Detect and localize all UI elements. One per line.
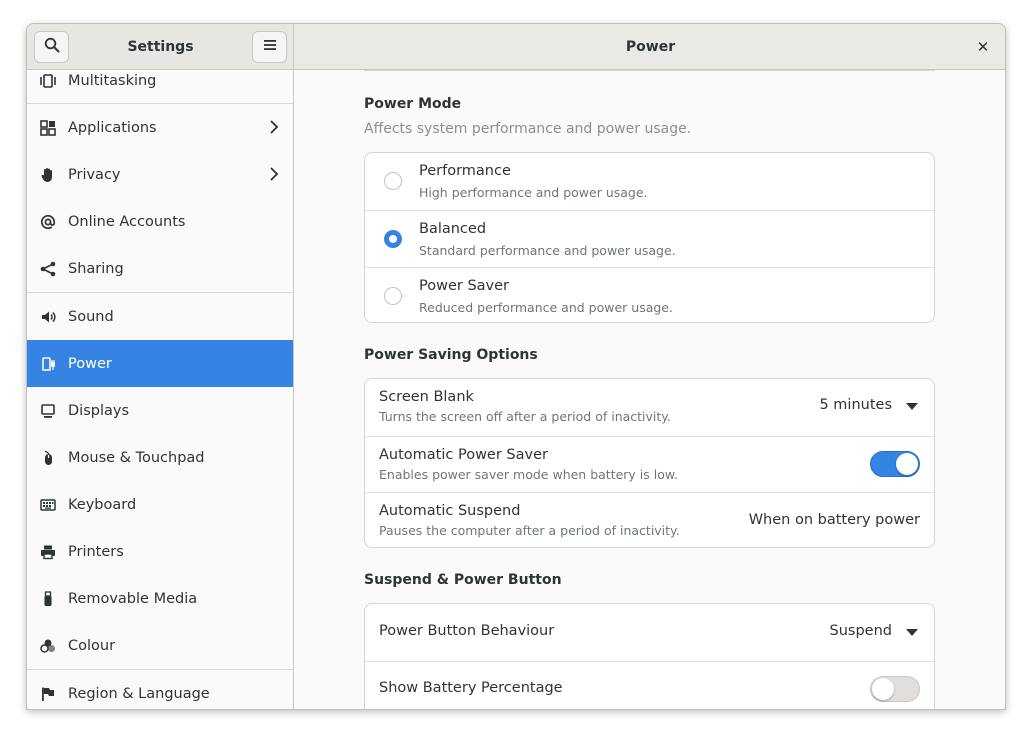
screen-blank-dropdown[interactable]: 5 minutes xyxy=(819,397,892,413)
row-title: Automatic Power Saver xyxy=(379,447,548,463)
power-panel: Power Mode Affects system performance an… xyxy=(294,70,1005,709)
sidebar-item-applications[interactable]: Applications xyxy=(27,104,293,151)
sidebar-title: Settings xyxy=(127,39,194,55)
display-icon xyxy=(40,403,56,419)
search-icon xyxy=(44,37,60,57)
search-button[interactable] xyxy=(34,31,69,63)
sidebar: Multitasking Applications Privacy Online… xyxy=(27,70,294,709)
row-subtitle: Reduced performance and power usage. xyxy=(419,300,673,315)
panel-title: Power xyxy=(625,39,676,55)
sidebar-item-region-language[interactable]: Region & Language xyxy=(27,670,293,709)
sidebar-item-label: Sharing xyxy=(68,260,124,277)
sidebar-item-label: Applications xyxy=(68,119,157,136)
usb-icon xyxy=(40,590,56,607)
sidebar-item-displays[interactable]: Displays xyxy=(27,387,293,434)
screen-blank-row[interactable]: Screen Blank Turns the screen off after … xyxy=(365,379,934,436)
sidebar-item-power[interactable]: Power xyxy=(27,340,293,387)
row-title: Automatic Suspend xyxy=(379,503,521,519)
row-title: Balanced xyxy=(419,221,487,237)
sidebar-item-colour[interactable]: Colour xyxy=(27,622,293,669)
suspend-section-title: Suspend & Power Button xyxy=(364,572,562,588)
row-title: Show Battery Percentage xyxy=(379,680,563,696)
row-subtitle: High performance and power usage. xyxy=(419,185,648,200)
sidebar-item-label: Power xyxy=(68,355,112,372)
automatic-suspend-row[interactable]: Automatic Suspend Pauses the computer af… xyxy=(365,492,934,547)
share-icon xyxy=(40,261,56,277)
row-subtitle: Standard performance and power usage. xyxy=(419,243,676,258)
sidebar-item-label: Online Accounts xyxy=(68,213,186,230)
suspend-list: Power Button Behaviour Suspend Show Batt… xyxy=(364,603,935,709)
power-saving-title: Power Saving Options xyxy=(364,347,538,363)
colour-icon xyxy=(40,638,56,654)
main-menu-button[interactable] xyxy=(252,31,287,63)
at-sign-icon xyxy=(40,214,56,230)
row-subtitle: Enables power saver mode when battery is… xyxy=(379,467,678,482)
row-title: Power Button Behaviour xyxy=(379,623,555,639)
multitasking-icon xyxy=(40,73,56,89)
show-battery-percentage-switch[interactable] xyxy=(870,676,920,702)
sidebar-item-label: Colour xyxy=(68,637,116,654)
power-saving-list: Screen Blank Turns the screen off after … xyxy=(364,378,935,548)
close-button[interactable]: ✕ xyxy=(971,35,995,59)
mouse-icon xyxy=(40,450,56,466)
power-mode-title: Power Mode xyxy=(364,96,462,112)
balanced-radio[interactable] xyxy=(384,230,402,248)
power-plug-icon xyxy=(40,356,56,372)
dropdown-arrow-icon xyxy=(906,403,918,410)
sidebar-item-privacy[interactable]: Privacy xyxy=(27,151,293,198)
power-mode-subtitle: Affects system performance and power usa… xyxy=(364,121,692,137)
sidebar-item-multitasking[interactable]: Multitasking xyxy=(27,70,293,104)
dropdown-arrow-icon xyxy=(906,629,918,636)
sidebar-item-removable-media[interactable]: Removable Media xyxy=(27,575,293,622)
power-button-behaviour-row[interactable]: Power Button Behaviour Suspend xyxy=(365,604,934,661)
switch-knob xyxy=(896,453,918,475)
power-saver-radio[interactable] xyxy=(384,287,402,305)
row-subtitle: Turns the screen off after a period of i… xyxy=(379,409,671,424)
hamburger-menu-icon xyxy=(262,37,278,57)
row-title: Screen Blank xyxy=(379,389,474,405)
sidebar-header-bar: Settings xyxy=(27,24,294,70)
sidebar-item-keyboard[interactable]: Keyboard xyxy=(27,481,293,528)
sidebar-item-label: Keyboard xyxy=(68,496,137,513)
sidebar-item-label: Printers xyxy=(68,543,124,560)
settings-window: Settings Power ✕ Multitasking Applicatio… xyxy=(26,23,1006,710)
power-mode-list: Performance High performance and power u… xyxy=(364,152,935,323)
close-icon: ✕ xyxy=(976,38,990,56)
chevron-right-icon xyxy=(269,119,279,139)
sidebar-item-sound[interactable]: Sound xyxy=(27,293,293,340)
panel-header-bar: Power ✕ xyxy=(294,24,1005,70)
privacy-hand-icon xyxy=(40,167,56,183)
sidebar-item-label: Privacy xyxy=(68,166,121,183)
power-mode-balanced-row[interactable]: Balanced Standard performance and power … xyxy=(365,210,934,267)
sidebar-item-sharing[interactable]: Sharing xyxy=(27,245,293,292)
sidebar-item-label: Removable Media xyxy=(68,590,198,607)
row-title: Power Saver xyxy=(419,278,510,294)
sidebar-item-mouse-touchpad[interactable]: Mouse & Touchpad xyxy=(27,434,293,481)
keyboard-icon xyxy=(40,497,56,513)
speaker-icon xyxy=(40,309,56,325)
row-subtitle: Pauses the computer after a period of in… xyxy=(379,523,680,538)
automatic-suspend-value: When on battery power xyxy=(748,512,920,528)
power-button-dropdown[interactable]: Suspend xyxy=(830,623,892,639)
switch-knob xyxy=(872,678,894,700)
performance-radio[interactable] xyxy=(384,172,402,190)
sidebar-item-printers[interactable]: Printers xyxy=(27,528,293,575)
sidebar-item-label: Multitasking xyxy=(68,72,157,89)
sidebar-item-label: Sound xyxy=(68,308,114,325)
sidebar-item-online-accounts[interactable]: Online Accounts xyxy=(27,198,293,245)
row-title: Performance xyxy=(419,163,511,179)
sidebar-item-label: Displays xyxy=(68,402,130,419)
applications-icon xyxy=(40,119,56,136)
flag-icon xyxy=(40,686,56,702)
chevron-right-icon xyxy=(269,166,279,186)
printer-icon xyxy=(40,544,56,560)
automatic-power-saver-row[interactable]: Automatic Power Saver Enables power save… xyxy=(365,436,934,492)
show-battery-percentage-row[interactable]: Show Battery Percentage xyxy=(365,661,934,709)
scroll-edge-divider xyxy=(364,70,935,71)
sidebar-item-label: Region & Language xyxy=(68,685,210,702)
power-mode-power-saver-row[interactable]: Power Saver Reduced performance and powe… xyxy=(365,267,934,322)
power-mode-performance-row[interactable]: Performance High performance and power u… xyxy=(365,153,934,210)
automatic-power-saver-switch[interactable] xyxy=(870,451,920,477)
sidebar-item-label: Mouse & Touchpad xyxy=(68,449,205,466)
